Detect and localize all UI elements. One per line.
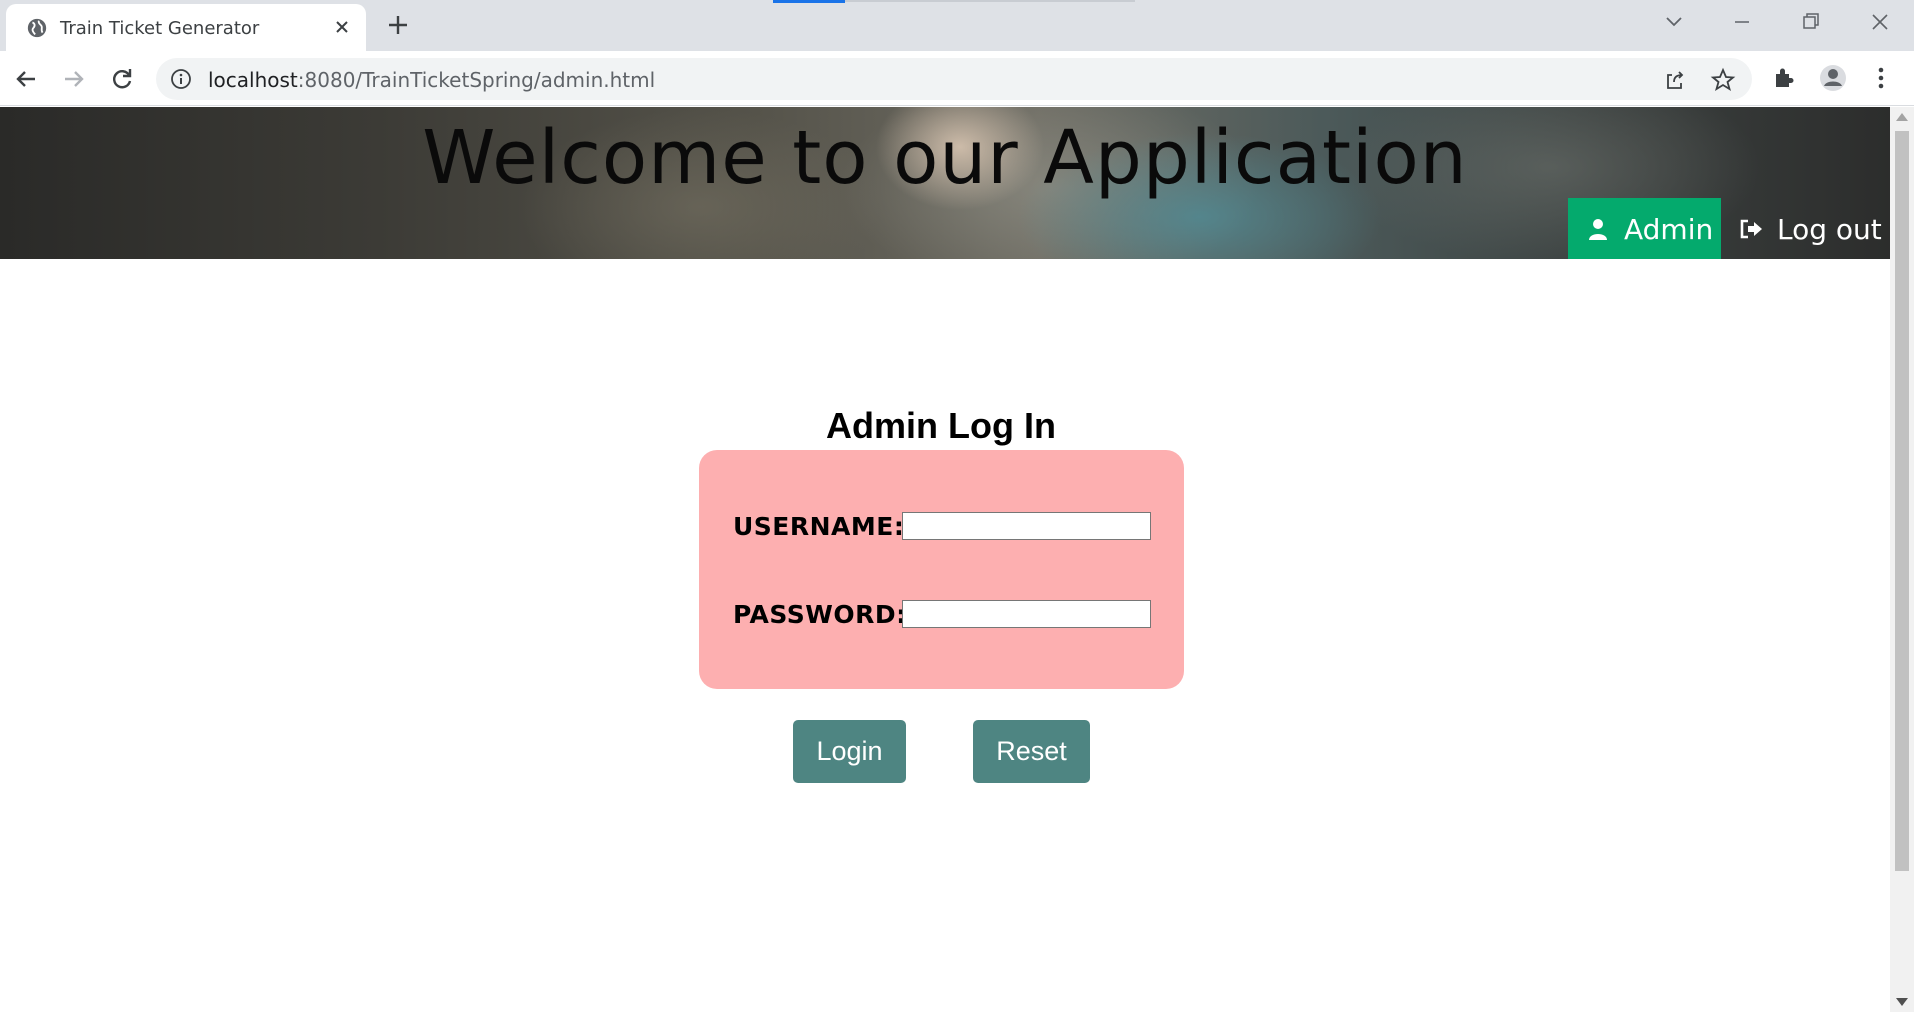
minimize-icon[interactable]	[1724, 8, 1760, 36]
login-form: USERNAME: PASSWORD:	[699, 450, 1184, 689]
share-icon[interactable]	[1662, 67, 1688, 93]
scroll-thumb[interactable]	[1895, 131, 1909, 871]
vertical-scrollbar[interactable]	[1890, 107, 1914, 1012]
tab-divider	[845, 0, 1135, 2]
url-text[interactable]: localhost:8080/TrainTicketSpring/admin.h…	[208, 68, 655, 92]
nav-logout-link[interactable]: Log out	[1721, 198, 1890, 259]
back-arrow-icon[interactable]	[10, 63, 42, 95]
username-input[interactable]	[902, 512, 1151, 540]
sign-out-icon	[1740, 219, 1762, 239]
url-host: localhost	[208, 68, 298, 92]
tab-search-chevron-icon[interactable]	[1656, 8, 1692, 36]
browser-tab[interactable]: Train Ticket Generator	[6, 4, 366, 51]
user-icon	[1589, 219, 1607, 240]
tab-loading-indicator	[773, 0, 845, 3]
page-viewport: Welcome to our Application Admin Log out…	[0, 107, 1890, 1012]
close-tab-icon[interactable]	[330, 15, 354, 39]
scroll-up-arrow-icon[interactable]	[1896, 113, 1908, 121]
password-input[interactable]	[902, 600, 1151, 628]
nav-admin-label: Admin	[1624, 213, 1714, 246]
browser-toolbar: localhost:8080/TrainTicketSpring/admin.h…	[0, 51, 1914, 106]
password-label: PASSWORD:	[733, 600, 907, 629]
extensions-puzzle-icon[interactable]	[1770, 63, 1800, 93]
scroll-down-arrow-icon[interactable]	[1896, 998, 1908, 1006]
restore-icon[interactable]	[1792, 8, 1828, 36]
address-bar[interactable]: localhost:8080/TrainTicketSpring/admin.h…	[156, 58, 1752, 100]
login-button[interactable]: Login	[793, 720, 906, 783]
menu-kebab-icon[interactable]	[1866, 63, 1896, 93]
profile-avatar-icon[interactable]	[1818, 63, 1848, 93]
forward-arrow-icon[interactable]	[58, 63, 90, 95]
login-heading: Admin Log In	[826, 405, 1056, 446]
page-title: Welcome to our Application	[422, 115, 1468, 201]
close-window-icon[interactable]	[1862, 8, 1898, 36]
username-label: USERNAME:	[733, 512, 905, 541]
bookmark-star-icon[interactable]	[1710, 67, 1736, 93]
new-tab-icon[interactable]	[384, 11, 412, 39]
browser-tab-strip: Train Ticket Generator	[0, 0, 1914, 51]
globe-icon	[27, 18, 47, 38]
site-info-icon[interactable]	[170, 68, 192, 90]
url-path: :8080/TrainTicketSpring/admin.html	[297, 68, 656, 92]
nav-admin-link[interactable]: Admin	[1568, 198, 1721, 259]
reset-button[interactable]: Reset	[973, 720, 1090, 783]
reload-icon[interactable]	[106, 63, 138, 95]
tab-title: Train Ticket Generator	[60, 18, 260, 39]
header-banner: Welcome to our Application Admin Log out	[0, 107, 1890, 259]
nav-logout-label: Log out	[1777, 213, 1882, 246]
